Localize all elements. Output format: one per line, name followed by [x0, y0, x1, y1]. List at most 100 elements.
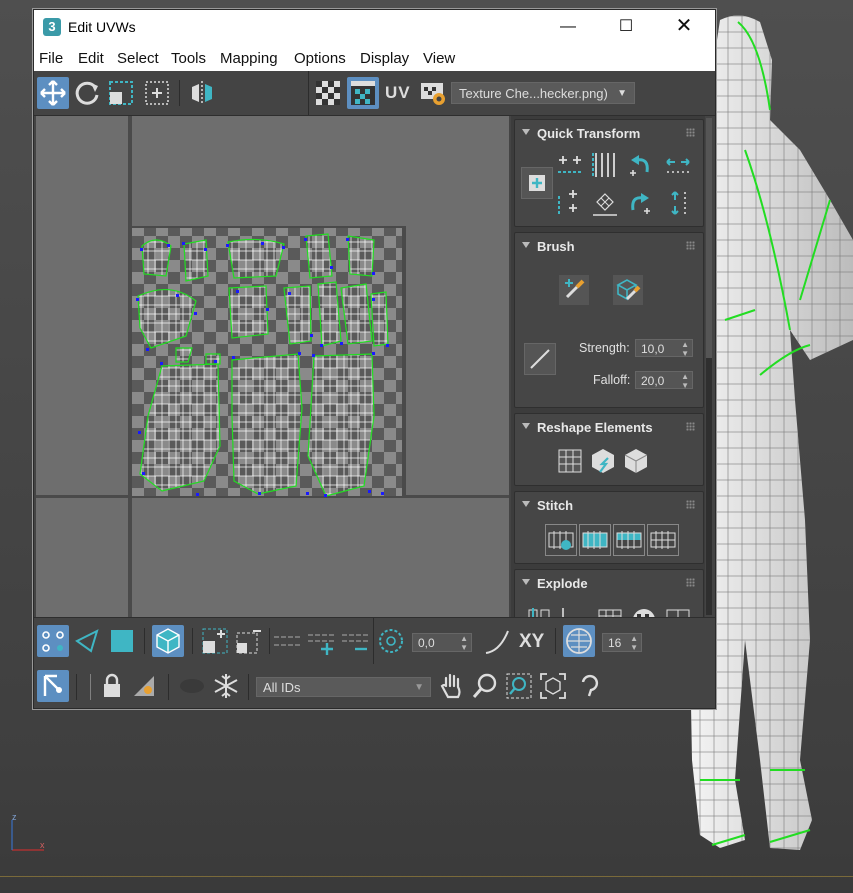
stitch-to-average-button[interactable]	[613, 524, 645, 556]
collapse-triangle-icon[interactable]	[522, 242, 530, 248]
scrollbar-thumb[interactable]	[706, 118, 712, 358]
freeze-button[interactable]	[210, 670, 242, 702]
grip-icon[interactable]	[686, 422, 695, 431]
falloff-type-button[interactable]	[482, 625, 514, 657]
rotate-ccw-button[interactable]	[625, 150, 655, 180]
soft-selection-button[interactable]	[375, 625, 407, 657]
zoom-button[interactable]	[469, 670, 501, 702]
show-map-button[interactable]	[312, 77, 344, 109]
relax-brush-icon	[616, 279, 641, 301]
rotation-angle-spinner[interactable]: 0,0 ▲ ▼	[412, 633, 472, 652]
spinner-arrows-icon[interactable]: ▲ ▼	[630, 634, 638, 652]
rotate-cw-icon	[631, 193, 650, 214]
scale-tool-button[interactable]	[105, 77, 137, 109]
edge-mode-button[interactable]	[71, 625, 103, 657]
collapse-triangle-icon[interactable]	[522, 501, 530, 507]
paint-move-button[interactable]	[559, 275, 589, 305]
vertex-mode-button[interactable]	[37, 625, 69, 657]
align-bottom-button[interactable]	[555, 188, 585, 218]
loop-grow-button[interactable]	[305, 625, 337, 657]
collapse-triangle-icon[interactable]	[522, 423, 530, 429]
pan-button[interactable]	[436, 670, 468, 702]
material-ids-dropdown[interactable]: All IDs ▼	[256, 677, 431, 697]
align-center-button[interactable]	[521, 167, 553, 199]
spinner-arrows-icon[interactable]: ▲ ▼	[460, 634, 468, 652]
grip-icon[interactable]	[686, 128, 695, 137]
mirror-tool-button[interactable]	[186, 77, 218, 109]
collapse-triangle-icon[interactable]	[522, 129, 530, 135]
shrink-selection-button[interactable]	[233, 625, 265, 657]
reshape-elements-panel: Reshape Elements	[514, 413, 704, 486]
strength-spinner[interactable]: 10,0 ▲ ▼	[635, 339, 693, 358]
relax-brush-button[interactable]	[613, 275, 643, 305]
title-bar[interactable]: 3 Edit UVWs — ☐ ✕	[34, 10, 715, 43]
stitch-to-target-button[interactable]	[647, 524, 679, 556]
menu-display[interactable]: Display	[360, 50, 409, 67]
uv-toggle-label[interactable]: UV	[385, 83, 411, 103]
menu-mapping[interactable]: Mapping	[220, 50, 278, 67]
grip-icon[interactable]	[686, 241, 695, 250]
straighten-button[interactable]	[590, 188, 620, 218]
menu-file[interactable]: File	[39, 50, 63, 67]
space-horizontal-button[interactable]	[663, 150, 693, 180]
align-horizontal-button[interactable]	[555, 150, 585, 180]
freeze-toggle-button[interactable]	[176, 670, 208, 702]
break-icon	[528, 608, 550, 617]
stitch-to-source-button[interactable]	[579, 524, 611, 556]
stitch-average-icon	[616, 531, 642, 549]
hide-show-button[interactable]	[130, 670, 162, 702]
break-button[interactable]	[525, 604, 555, 617]
checker-pattern-icon	[316, 81, 340, 105]
relax-button[interactable]	[588, 446, 618, 476]
flatten-by-angle-button[interactable]	[559, 604, 589, 617]
grip-icon[interactable]	[686, 500, 695, 509]
spinner-arrows-icon[interactable]: ▲ ▼	[681, 372, 689, 390]
loop-shrink-button[interactable]	[339, 625, 371, 657]
snap-button[interactable]	[563, 625, 595, 657]
menu-view[interactable]: View	[423, 50, 455, 67]
unfold-button[interactable]	[621, 446, 651, 476]
element-mode-button[interactable]	[152, 625, 184, 657]
rotate-tool-button[interactable]	[71, 77, 103, 109]
minimize-button[interactable]: —	[545, 10, 591, 43]
collapse-triangle-icon[interactable]	[522, 579, 530, 585]
rotate-cw-button[interactable]	[625, 188, 655, 218]
select-by-mode-button[interactable]	[37, 670, 69, 702]
straighten-selection-button[interactable]	[555, 446, 585, 476]
grip-icon[interactable]	[686, 578, 695, 587]
zoom-region-button[interactable]	[503, 670, 535, 702]
maximize-button[interactable]: ☐	[603, 10, 649, 43]
xy-space-button[interactable]: XY	[519, 631, 544, 653]
menu-select[interactable]: Select	[117, 50, 159, 67]
rollout-panel[interactable]: Quick Transform Brush Strength: 10,0 ▲ ▼ F…	[511, 116, 705, 617]
zoom-selected-button[interactable]	[573, 670, 605, 702]
stitch-source-icon	[582, 531, 608, 549]
flatten-by-polygon-button[interactable]	[595, 604, 625, 617]
space-vertical-button[interactable]	[663, 188, 693, 218]
falloff-spinner[interactable]: 20,0 ▲ ▼	[635, 371, 693, 390]
spinner-arrows-icon[interactable]: ▲ ▼	[681, 340, 689, 358]
brush-falloff-curve-button[interactable]	[524, 343, 556, 375]
loop-select-button[interactable]	[271, 625, 303, 657]
freeform-tool-button[interactable]	[141, 77, 173, 109]
edit-uvws-window: 3 Edit UVWs — ☐ ✕ File Edit Select Tools…	[33, 9, 716, 709]
grow-selection-button[interactable]	[199, 625, 231, 657]
snap-spacing-spinner[interactable]: 16 ▲ ▼	[602, 633, 642, 652]
move-tool-button[interactable]	[37, 77, 69, 109]
flatten-by-material-button[interactable]	[663, 604, 693, 617]
flatten-by-smoothing-button[interactable]	[629, 604, 659, 617]
close-button[interactable]: ✕	[661, 10, 707, 43]
face-mode-button[interactable]	[106, 625, 138, 657]
lock-selection-button[interactable]	[96, 670, 128, 702]
uv-editor-canvas[interactable]	[36, 116, 509, 617]
checker-toggle-button[interactable]	[347, 77, 379, 109]
options-button[interactable]	[417, 77, 449, 109]
rollout-scrollbar[interactable]	[706, 118, 712, 615]
zoom-extents-button[interactable]	[537, 670, 569, 702]
stitch-custom-button[interactable]	[545, 524, 577, 556]
menu-tools[interactable]: Tools	[171, 50, 206, 67]
align-vertical-button[interactable]	[590, 150, 620, 180]
menu-options[interactable]: Options	[294, 50, 346, 67]
menu-edit[interactable]: Edit	[78, 50, 104, 67]
texture-dropdown[interactable]: Texture Che...hecker.png) ▼	[451, 82, 635, 104]
